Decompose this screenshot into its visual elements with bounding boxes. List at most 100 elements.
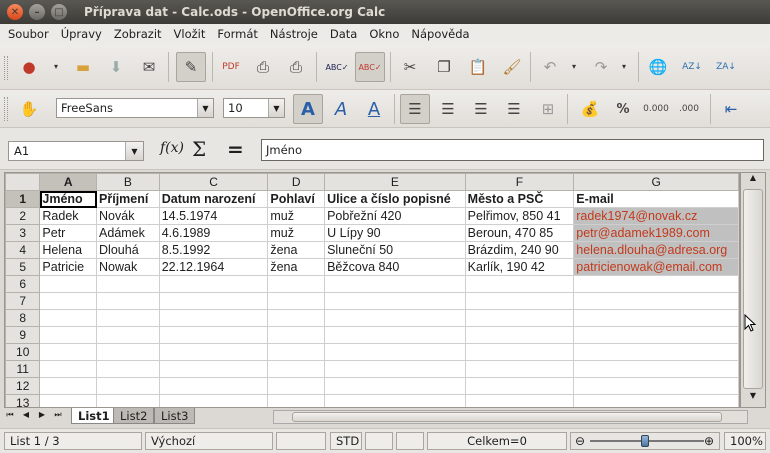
first-sheet-icon[interactable]: ⏮	[4, 410, 16, 423]
new-dropdown-icon[interactable]: ▾	[54, 62, 62, 71]
italic-icon[interactable]: A	[328, 96, 354, 122]
cell[interactable]	[39, 292, 98, 310]
cell[interactable]: Jméno	[39, 190, 98, 208]
bold-icon[interactable]: A	[293, 94, 323, 124]
formula-input[interactable]: Jméno	[261, 139, 764, 161]
cell[interactable]	[158, 275, 269, 293]
email-icon[interactable]: ✉	[136, 54, 162, 80]
function-wizard-icon[interactable]: f(x)	[160, 140, 184, 156]
cell[interactable]: Příjmení	[96, 190, 160, 208]
sort-descending-icon[interactable]: ZA↓	[713, 54, 739, 80]
redo-dropdown-icon[interactable]: ▾	[622, 62, 630, 71]
selection-mode[interactable]: STD	[330, 432, 362, 450]
toolbar-grip[interactable]	[4, 56, 8, 80]
cell[interactable]	[573, 343, 739, 361]
row-header[interactable]: 13	[5, 394, 41, 407]
align-right-icon[interactable]: ☰	[468, 96, 494, 122]
clone-formatting-icon[interactable]: 🖌	[499, 54, 525, 80]
chevron-down-icon[interactable]: ▼	[125, 142, 143, 160]
standard-number-format-icon[interactable]: 0.000	[643, 96, 669, 122]
sheet-tab-list1[interactable]: List1	[71, 408, 117, 424]
function-icon[interactable]: =	[227, 137, 244, 161]
column-header[interactable]: F	[464, 173, 575, 191]
cell[interactable]	[39, 394, 98, 407]
cell[interactable]	[324, 309, 466, 327]
cell[interactable]: Dlouhá	[96, 241, 160, 259]
cell[interactable]	[39, 377, 98, 395]
copy-icon[interactable]: ❐	[431, 54, 457, 80]
cell[interactable]: 14.5.1974	[158, 207, 269, 225]
name-box[interactable]: A1 ▼	[8, 141, 144, 161]
row-header[interactable]: 1	[5, 190, 41, 208]
cell[interactable]: U Lípy 90	[324, 224, 466, 242]
spellcheck-icon[interactable]: ABC✓	[324, 54, 350, 80]
undo-icon[interactable]: ↶	[537, 54, 563, 80]
vertical-scrollbar[interactable]: ▲ ▼	[740, 172, 766, 408]
cell[interactable]: Radek	[39, 207, 98, 225]
cell[interactable]	[39, 326, 98, 344]
previous-sheet-icon[interactable]: ◀	[20, 410, 32, 423]
cell[interactable]	[267, 343, 326, 361]
cell[interactable]: Pobřežní 420	[324, 207, 466, 225]
export-pdf-icon[interactable]: PDF	[218, 54, 244, 80]
spreadsheet-grid[interactable]: A B C D E F G 1 Jméno Příjmení Datum naroze…	[4, 172, 740, 408]
menu-view[interactable]: Zobrazit	[108, 27, 168, 41]
auto-spellcheck-icon[interactable]: ABC✓	[355, 52, 385, 82]
undo-dropdown-icon[interactable]: ▾	[572, 62, 580, 71]
scrollbar-thumb[interactable]	[743, 189, 763, 389]
cell[interactable]	[267, 394, 326, 407]
close-window-button[interactable]: ✕	[7, 4, 23, 20]
maximize-window-button[interactable]: □	[51, 4, 67, 20]
paste-icon[interactable]: 📋	[465, 54, 491, 80]
cell[interactable]	[464, 309, 575, 327]
row-header[interactable]: 6	[5, 275, 41, 293]
column-header[interactable]: E	[324, 173, 466, 191]
cell[interactable]	[158, 377, 269, 395]
cell[interactable]: Karlík, 190 42	[464, 258, 575, 276]
minimize-window-button[interactable]: –	[29, 4, 45, 20]
row-header[interactable]: 4	[5, 241, 41, 259]
percent-format-icon[interactable]: %	[610, 96, 636, 122]
underline-icon[interactable]: A	[361, 96, 387, 122]
cell[interactable]	[324, 343, 466, 361]
cell[interactable]: Město a PSČ	[464, 190, 575, 208]
row-header[interactable]: 9	[5, 326, 41, 344]
open-folder-icon[interactable]: ▬	[70, 54, 96, 80]
row-header[interactable]: 8	[5, 309, 41, 327]
cell[interactable]: Petr	[39, 224, 98, 242]
select-all-corner[interactable]	[5, 173, 41, 191]
cell[interactable]	[158, 309, 269, 327]
menu-help[interactable]: Nápověda	[405, 27, 475, 41]
cell[interactable]	[464, 292, 575, 310]
cell[interactable]	[573, 326, 739, 344]
menu-edit[interactable]: Úpravy	[55, 27, 108, 41]
cell[interactable]	[324, 377, 466, 395]
cell[interactable]: Nowak	[96, 258, 160, 276]
cell[interactable]: muž	[267, 207, 326, 225]
zoom-slider-handle[interactable]	[641, 435, 649, 447]
chevron-down-icon[interactable]: ▼	[197, 99, 213, 117]
cell[interactable]	[324, 292, 466, 310]
cell[interactable]	[267, 326, 326, 344]
cell[interactable]	[464, 343, 575, 361]
cell[interactable]	[96, 360, 160, 378]
cell[interactable]	[573, 275, 739, 293]
cell[interactable]: Sluneční 50	[324, 241, 466, 259]
cell[interactable]	[573, 309, 739, 327]
scrollbar-thumb[interactable]	[292, 412, 722, 422]
cell[interactable]	[464, 394, 575, 407]
cell[interactable]	[39, 309, 98, 327]
cell[interactable]	[267, 360, 326, 378]
justify-icon[interactable]: ☰	[501, 96, 527, 122]
next-sheet-icon[interactable]: ▶	[36, 410, 48, 423]
cell[interactable]	[96, 394, 160, 407]
cell[interactable]	[464, 360, 575, 378]
cell[interactable]	[573, 377, 739, 395]
horizontal-scrollbar[interactable]	[273, 410, 748, 424]
menu-insert[interactable]: Vložit	[168, 27, 212, 41]
cell[interactable]	[158, 326, 269, 344]
cell[interactable]: Helena	[39, 241, 98, 259]
cell[interactable]	[96, 275, 160, 293]
cell[interactable]	[267, 292, 326, 310]
cell[interactable]	[464, 275, 575, 293]
